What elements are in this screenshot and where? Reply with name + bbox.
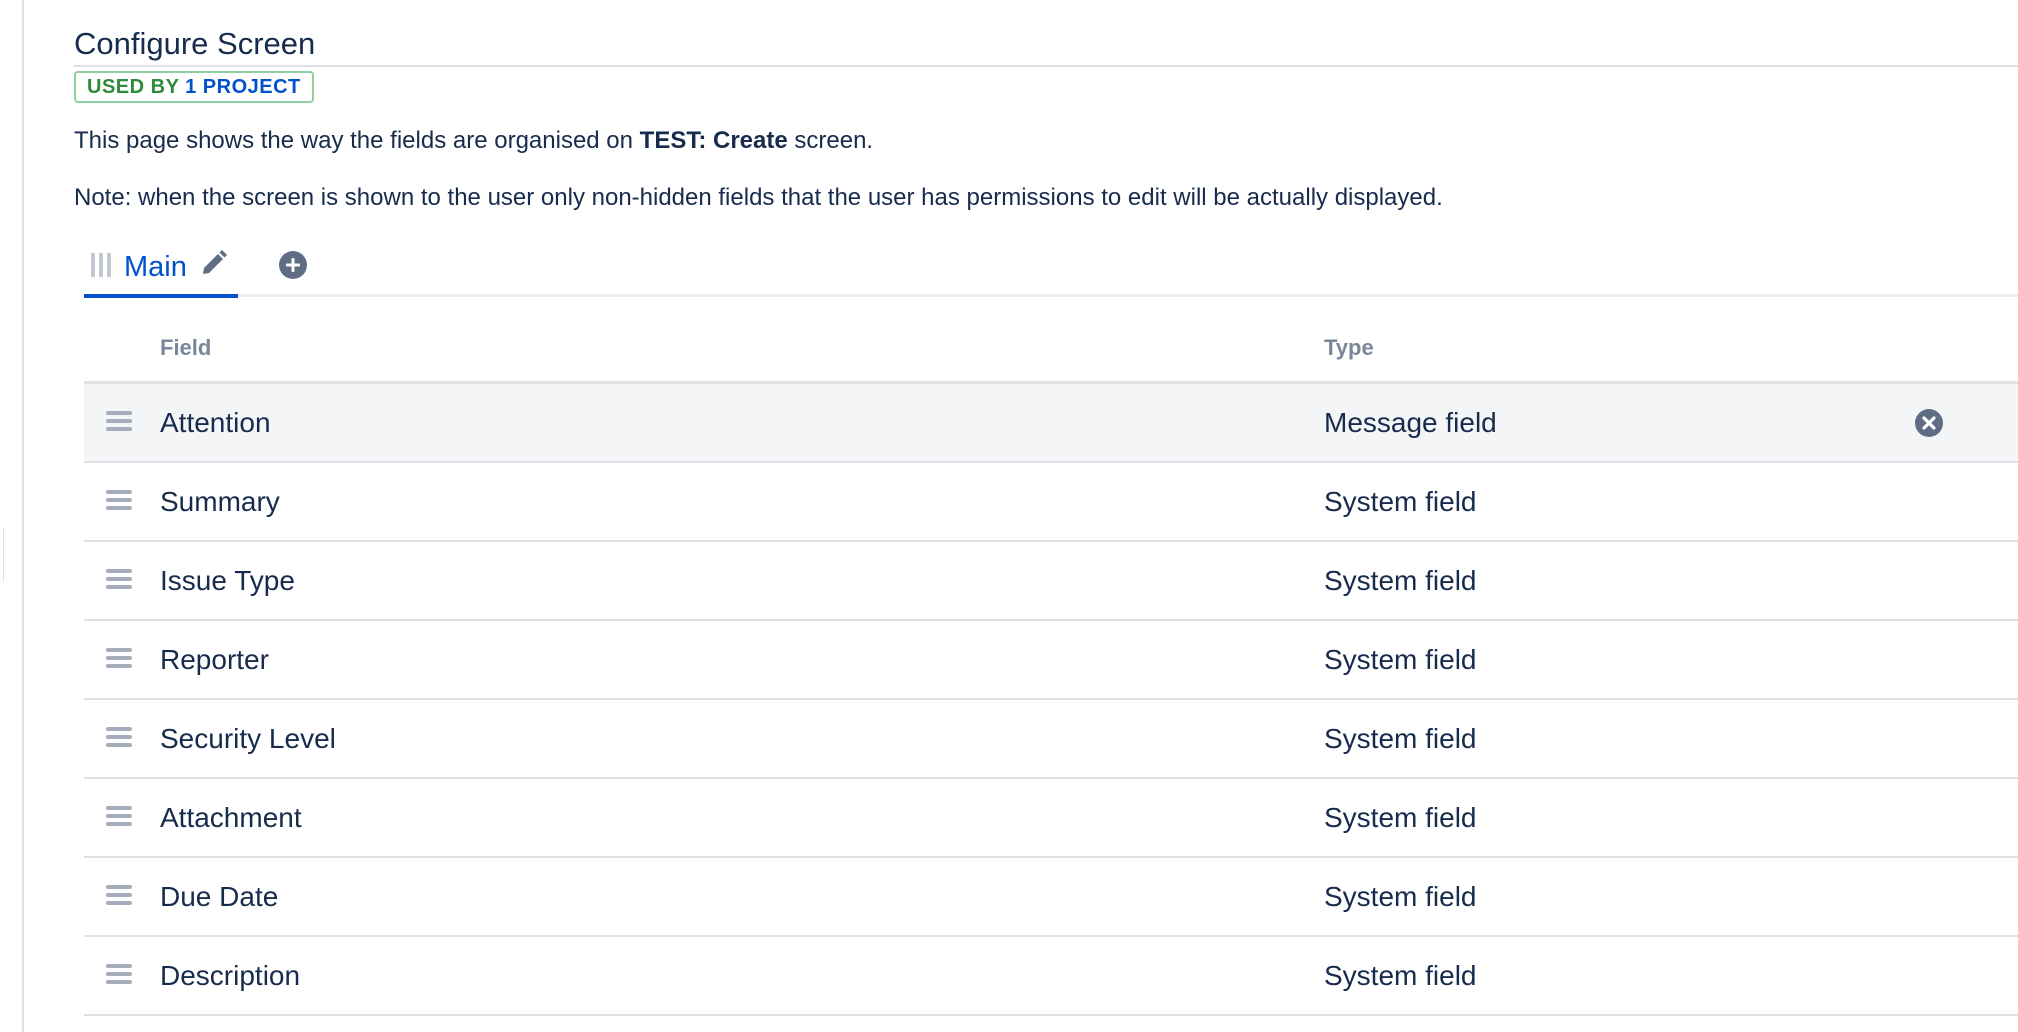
add-circle-icon[interactable] (278, 250, 308, 280)
left-sidebar-edge (22, 0, 24, 1032)
table-header: Field Type (84, 320, 2018, 384)
description-after: screen. (787, 127, 874, 154)
drag-handle-icon[interactable] (106, 569, 132, 591)
drag-handle-icon[interactable] (106, 885, 132, 907)
drag-grip-icon[interactable] (91, 253, 113, 277)
drag-handle-icon[interactable] (106, 648, 132, 670)
sidebar-collapse-handle[interactable] (0, 528, 4, 582)
usage-badge-suffix: PROJECT (202, 76, 301, 98)
drag-handle-icon[interactable] (106, 964, 132, 986)
field-name: Description (160, 960, 301, 991)
drag-handle-icon[interactable] (106, 727, 132, 749)
field-name: Summary (160, 486, 280, 517)
field-type: Message field (1324, 407, 1497, 438)
field-type: System field (1324, 486, 1477, 517)
field-type: System field (1324, 802, 1477, 833)
field-name: Reporter (160, 644, 269, 675)
table-row[interactable]: Attention Message field (84, 384, 2018, 463)
field-name: Security Level (160, 723, 336, 754)
field-type: System field (1324, 723, 1477, 754)
page-note: Note: when the screen is shown to the us… (74, 184, 1443, 211)
pencil-icon[interactable] (198, 246, 230, 278)
page-header: Configure Screen (74, 0, 2018, 67)
field-name: Attachment (160, 802, 302, 833)
field-name: Attention (160, 407, 271, 438)
field-type: System field (1324, 881, 1477, 912)
table-row[interactable]: Attachment System field (84, 779, 2018, 858)
column-header-field: Field (160, 335, 212, 360)
drag-handle-icon[interactable] (106, 490, 132, 512)
usage-badge-prefix: USED BY (87, 76, 180, 98)
page-title: Configure Screen (74, 26, 316, 61)
page-description: This page shows the way the fields are o… (74, 124, 873, 158)
field-type: System field (1324, 960, 1477, 991)
table-row[interactable]: Due Date System field (84, 858, 2018, 937)
table-row[interactable]: Reporter System field (84, 621, 2018, 700)
table-row[interactable]: Security Level System field (84, 700, 2018, 779)
screen-name: TEST: Create (639, 127, 788, 154)
usage-badge-count: 1 (185, 76, 197, 98)
usage-badge[interactable]: USED BY 1 PROJECT (74, 71, 314, 103)
field-name: Due Date (160, 881, 279, 912)
field-name: Issue Type (160, 565, 295, 596)
table-row[interactable]: Description System field (84, 937, 2018, 1016)
fields-table: Field Type Attention Message field Summa… (84, 320, 2018, 1016)
table-row[interactable]: Summary System field (84, 463, 2018, 542)
drag-handle-icon[interactable] (106, 411, 132, 433)
field-type: System field (1324, 565, 1477, 596)
tab-main-label: Main (124, 251, 187, 283)
drag-handle-icon[interactable] (106, 806, 132, 828)
configure-screen-page: Configure Screen USED BY 1 PROJECT This … (74, 0, 2018, 1016)
field-type: System field (1324, 644, 1477, 675)
tab-main[interactable]: Main (84, 240, 238, 298)
screen-tabs: Main (84, 240, 2018, 298)
remove-circle-icon[interactable] (1914, 408, 1944, 438)
table-row[interactable]: Issue Type System field (84, 542, 2018, 621)
column-header-type: Type (1324, 335, 1374, 360)
description-before: This page shows the way the fields are o… (74, 127, 640, 154)
